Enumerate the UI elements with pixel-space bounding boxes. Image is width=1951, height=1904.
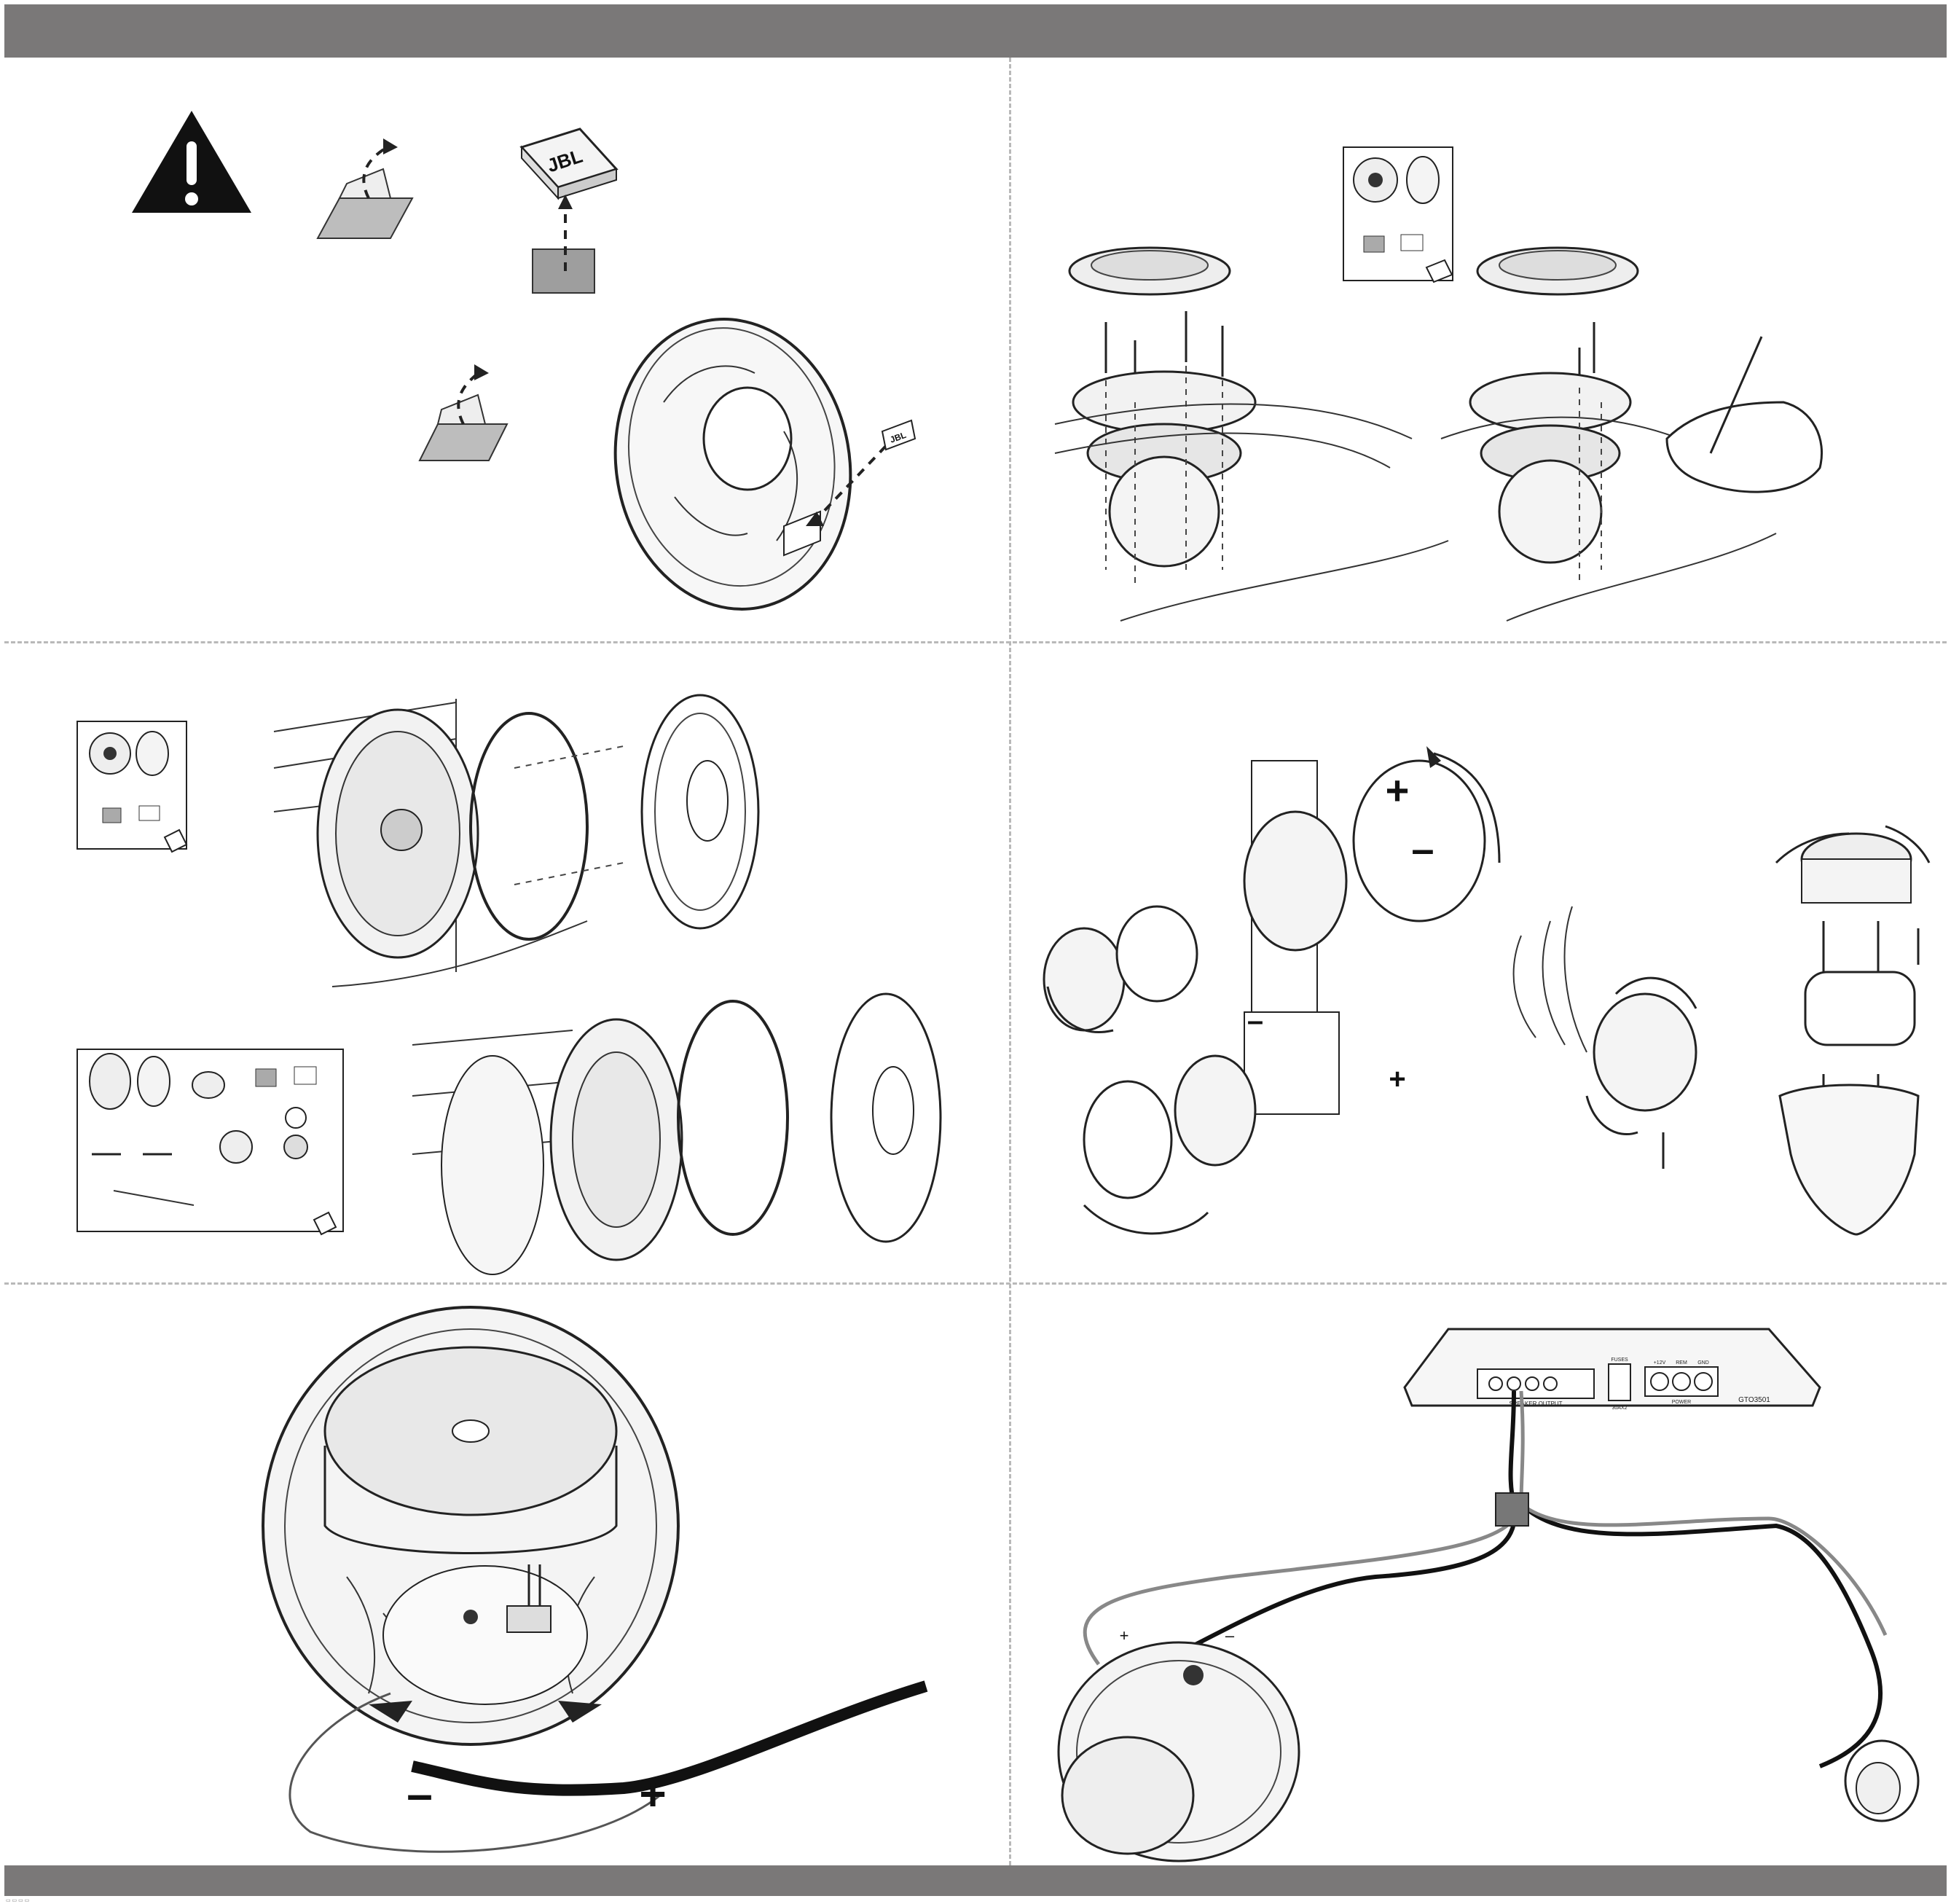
plus-sign: + xyxy=(1386,767,1410,813)
panel-door-mount xyxy=(4,644,1007,1280)
woofer-minus-sign: – xyxy=(407,1768,433,1820)
component-kit-icon xyxy=(76,1049,344,1236)
panel-tweeter-mount: + – – + xyxy=(1011,644,1947,1280)
amp-model-label: GTO3501 xyxy=(1738,1396,1770,1404)
parts-box-icon xyxy=(76,721,188,853)
warning-triangle-icon xyxy=(132,111,251,213)
coaxial-speaker-icon xyxy=(273,699,624,987)
grille-icon xyxy=(640,694,760,930)
amplifier-icon: SPEAKER OUTPUT FUSES 30AX2 +12V REM GND … xyxy=(1403,1328,1821,1411)
tweeter-surface-mount-icon: – + xyxy=(1083,1005,1406,1235)
tweeter-flush-mount-icon: + – xyxy=(1043,746,1501,1033)
jbl-badge-icon: JBL xyxy=(519,128,619,294)
amp-power-plus-label: +12V xyxy=(1654,1360,1666,1366)
pod-mount-icon xyxy=(1775,825,1931,1236)
panel-woofer-wiring: – + xyxy=(4,1285,1007,1863)
component-speaker-icon xyxy=(412,992,942,1275)
amp-fuse-rating: 30AX2 xyxy=(1612,1406,1627,1411)
header-bar xyxy=(4,4,1947,58)
horizontal-divider-2 xyxy=(4,1282,1947,1285)
horizontal-divider-1 xyxy=(4,641,1947,643)
plus-sign-2: + xyxy=(1389,1063,1405,1095)
parts-box-icon xyxy=(1343,146,1453,283)
minus-sign: – xyxy=(1411,826,1434,871)
speaker-icon xyxy=(1054,366,1777,622)
grille-icon: JBL xyxy=(613,318,916,611)
panel-surface-mount xyxy=(1011,60,1947,639)
amp-wire-minus-sign: – xyxy=(1225,1626,1235,1645)
amp-power-label: POWER xyxy=(1672,1400,1691,1405)
footer-mark: ▭ ▭ ▭ ▭ xyxy=(6,1898,30,1903)
amp-power-rem-label: REM xyxy=(1676,1360,1687,1366)
peel-backing-icon-2 xyxy=(418,364,509,461)
panel-badge-application: JBL JBL xyxy=(4,60,1007,639)
peel-backing-icon xyxy=(316,138,414,239)
footer-bar xyxy=(4,1865,1947,1896)
woofer-plus-sign: + xyxy=(639,1768,666,1820)
woofer-icon xyxy=(1057,1641,1300,1862)
woofer-rear-icon xyxy=(262,1306,680,1746)
hand-icon xyxy=(1665,336,1824,493)
panel-amplifier-wiring: SPEAKER OUTPUT FUSES 30AX2 +12V REM GND … xyxy=(1011,1285,1947,1863)
terminal-icon: – + xyxy=(288,1680,928,1853)
amp-fuses-label: FUSES xyxy=(1611,1358,1628,1363)
amp-output-label: SPEAKER OUTPUT xyxy=(1510,1400,1563,1407)
amp-wire-plus-sign: + xyxy=(1120,1626,1129,1645)
amp-power-gnd-label: GND xyxy=(1697,1360,1709,1366)
tweeter-icon xyxy=(1844,1739,1920,1822)
minus-sign-2: – xyxy=(1247,1005,1263,1037)
tweeter-swivel-icon xyxy=(1512,906,1697,1169)
